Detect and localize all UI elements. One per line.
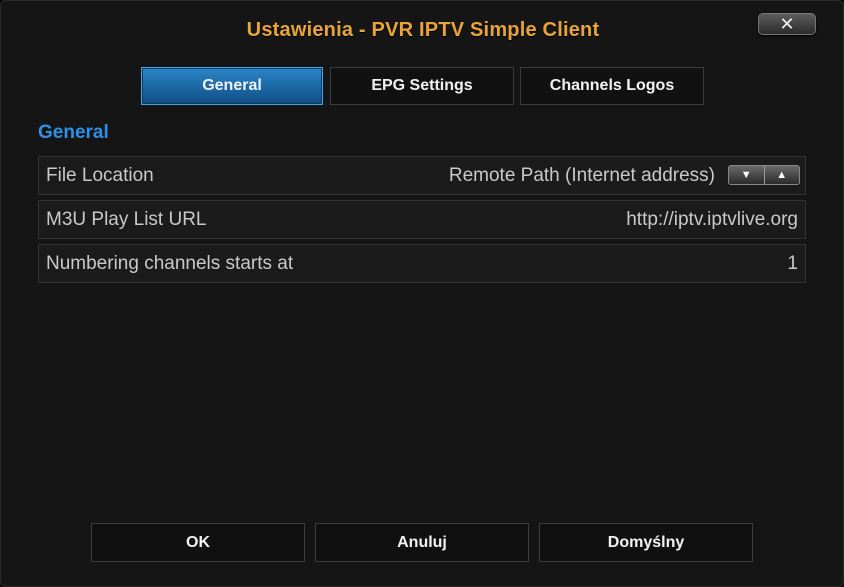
dialog-title: Ustawienia - PVR IPTV Simple Client	[246, 19, 600, 41]
tab-channels-logos[interactable]: Channels Logos	[520, 67, 704, 105]
setting-value: http://iptv.iptvlive.org	[626, 209, 798, 230]
setting-label: File Location	[46, 165, 154, 186]
setting-row-file-location[interactable]: File Location Remote Path (Internet addr…	[38, 156, 806, 195]
ok-button[interactable]: OK	[91, 523, 305, 562]
tab-general[interactable]: General	[141, 67, 323, 105]
settings-dialog: Ustawienia - PVR IPTV Simple Client ✕ Ge…	[0, 0, 844, 587]
setting-label: M3U Play List URL	[46, 209, 207, 230]
section-title: General	[38, 122, 109, 143]
tab-epg-settings[interactable]: EPG Settings	[330, 67, 514, 105]
setting-row-channel-numbering[interactable]: Numbering channels starts at 1	[38, 244, 806, 283]
close-icon: ✕	[779, 14, 795, 34]
triangle-down-icon: ▼	[740, 169, 752, 181]
setting-row-m3u-url[interactable]: M3U Play List URL http://iptv.iptvlive.o…	[38, 200, 806, 239]
setting-value: Remote Path (Internet address)	[448, 165, 715, 186]
defaults-button[interactable]: Domyślny	[539, 523, 753, 562]
close-button[interactable]: ✕	[758, 13, 816, 35]
file-location-spinner[interactable]: ▼ ▲	[728, 165, 800, 185]
setting-value: 1	[787, 253, 798, 274]
spin-down-button[interactable]: ▼	[729, 166, 764, 184]
cancel-button[interactable]: Anuluj	[315, 523, 529, 562]
triangle-up-icon: ▲	[776, 169, 788, 181]
spin-up-button[interactable]: ▲	[763, 166, 800, 184]
setting-label: Numbering channels starts at	[46, 253, 294, 274]
